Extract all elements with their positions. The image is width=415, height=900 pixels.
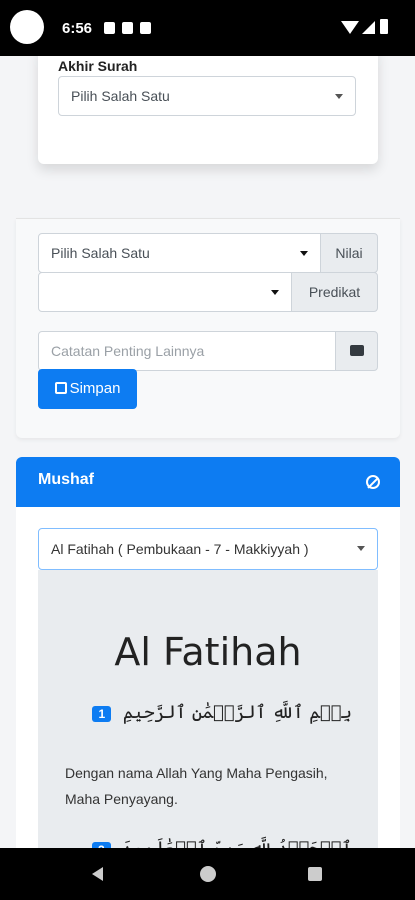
battery-icon [380, 19, 388, 34]
save-button[interactable]: Simpan [38, 369, 137, 409]
ban-icon[interactable] [366, 475, 380, 489]
save-icon [54, 382, 67, 394]
status-time: 6:56 [62, 20, 93, 37]
status-bar: 6:56 [0, 0, 415, 56]
ayah-1-translation: Dengan nama Allah Yang Maha Pengasih, Ma… [65, 765, 328, 807]
ayah-2-arabic: ٱلۡحَمۡدُ لِلَّهِ رَبِّ ٱلۡعَٰلَمِينَ 2 [91, 838, 352, 848]
nilai-select-value: Pilih Salah Satu [51, 245, 150, 261]
notification-icon [140, 22, 151, 34]
save-button-label: Simpan [69, 380, 121, 397]
nilai-addon: Nilai [320, 233, 378, 273]
home-icon[interactable] [200, 866, 216, 882]
navigation-bar [0, 848, 415, 900]
ayah-number-badge: 1 [92, 706, 112, 722]
signal-icon [362, 21, 375, 34]
mushaf-reader: Al Fatihah بِسۡمِ ٱللَّهِ ٱلرَّحۡمَٰنِ ٱ… [38, 570, 378, 848]
assessment-form: Pilih Salah Satu Nilai Predikat Catatan … [16, 218, 400, 438]
chevron-down-icon [271, 290, 279, 295]
back-icon[interactable] [92, 867, 103, 881]
notification-icon [122, 22, 133, 34]
predikat-select[interactable] [38, 272, 292, 312]
chevron-down-icon [335, 94, 343, 99]
mushaf-card: Mushaf Al Fatihah ( Pembukaan - 7 - Makk… [16, 457, 400, 848]
predikat-addon: Predikat [291, 272, 378, 312]
mushaf-title: Mushaf [38, 471, 94, 488]
chevron-down-icon [357, 546, 365, 551]
akhir-surah-card: Akhir Surah Pilih Salah Satu [38, 56, 378, 164]
akhir-surah-select-value: Pilih Salah Satu [71, 88, 170, 104]
chevron-down-icon [300, 251, 308, 256]
ayah-1-arabic: بِسۡمِ ٱللَّهِ ٱلرَّحۡمَٰنِ ٱلرَّحِيمِ 1 [92, 702, 352, 723]
surah-select[interactable]: Al Fatihah ( Pembukaan - 7 - Makkiyyah ) [38, 528, 378, 570]
surah-select-value: Al Fatihah ( Pembukaan - 7 - Makkiyyah ) [51, 541, 309, 557]
ayah-1-text: بِسۡمِ ٱللَّهِ ٱلرَّحۡمَٰنِ ٱلرَّحِيمِ [122, 702, 352, 723]
wifi-icon [341, 21, 359, 34]
camera-cutout [10, 10, 44, 44]
page-content: Akhir Surah Pilih Salah Satu Pilih Salah… [0, 56, 415, 848]
mushaf-header: Mushaf [16, 457, 400, 507]
ayah-2-text: ٱلۡحَمۡدُ لِلَّهِ رَبِّ ٱلۡعَٰلَمِينَ [122, 838, 352, 848]
notes-input[interactable]: Catatan Penting Lainnya [38, 331, 336, 371]
notes-placeholder: Catatan Penting Lainnya [51, 343, 205, 359]
nilai-select[interactable]: Pilih Salah Satu [38, 233, 321, 273]
akhir-surah-select[interactable]: Pilih Salah Satu [58, 76, 356, 116]
notes-addon [335, 331, 378, 371]
akhir-surah-label: Akhir Surah [58, 58, 138, 74]
notification-icon [104, 22, 115, 34]
recents-icon[interactable] [308, 867, 322, 881]
surah-title: Al Fatihah [114, 630, 302, 674]
book-icon [350, 345, 364, 356]
